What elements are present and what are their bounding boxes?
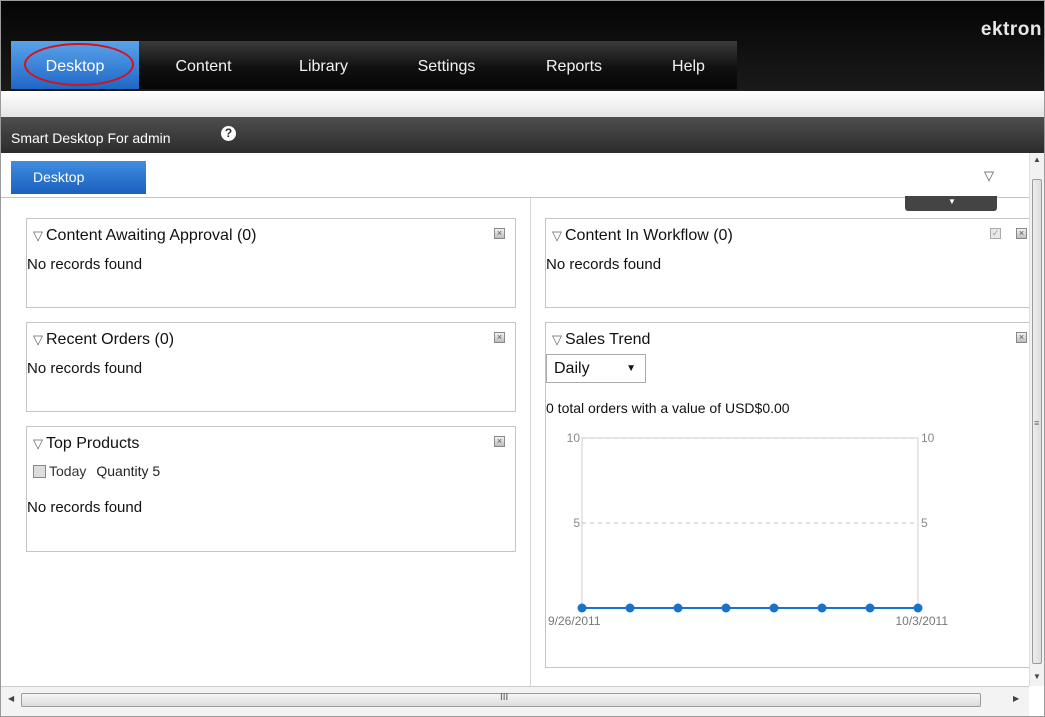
close-icon[interactable]: × xyxy=(494,228,505,239)
widget-title[interactable]: ▽ Recent Orders (0) xyxy=(33,331,174,349)
widget-title-text: Content In Workflow (0) xyxy=(565,227,733,244)
nav-tab-reports[interactable]: Reports xyxy=(531,41,617,89)
filter-icon[interactable]: ▽ xyxy=(984,168,994,184)
period-label[interactable]: Today xyxy=(49,463,86,479)
data-point xyxy=(577,603,587,613)
widget-empty-message: No records found xyxy=(546,256,662,273)
nav-tab-settings[interactable]: Settings xyxy=(404,41,489,89)
title-bar: Smart Desktop For admin ? xyxy=(1,117,1044,153)
widget-content-awaiting-approval: ▽ Content Awaiting Approval (0) × No reco… xyxy=(26,218,516,308)
grip-icon: III xyxy=(500,692,509,703)
horizontal-scrollbar[interactable]: ◀ III ▶ xyxy=(1,686,1029,716)
collapse-triangle-icon[interactable]: ▽ xyxy=(33,436,43,451)
data-point xyxy=(673,603,683,613)
checkbox-icon[interactable]: ✓ xyxy=(990,228,1001,239)
highlight-annotation xyxy=(24,43,134,86)
x-tick-label-start: 9/26/2011 xyxy=(548,614,601,628)
y-tick-label-left: 10 xyxy=(567,431,581,445)
chevron-down-icon: ▼ xyxy=(948,197,956,206)
widget-title[interactable]: ▽ Top Products xyxy=(33,435,139,453)
widget-content-in-workflow: ▽ Content In Workflow (0) ✓ × No records … xyxy=(545,218,1035,308)
widget-title-text: Sales Trend xyxy=(565,331,651,348)
chevron-down-icon: ▼ xyxy=(626,363,636,374)
sales-trend-chart: 5 5 10 10 9/26/2011 10/3/2011 xyxy=(548,431,949,628)
horizontal-scroll-thumb[interactable]: III xyxy=(21,692,981,707)
close-icon[interactable]: × xyxy=(494,332,505,343)
collapse-triangle-icon[interactable]: ▽ xyxy=(33,332,43,347)
data-point xyxy=(769,603,779,613)
close-icon[interactable]: × xyxy=(1016,332,1027,343)
widget-empty-message: No records found xyxy=(27,256,143,273)
nav-tab-help[interactable]: Help xyxy=(661,41,716,89)
period-select[interactable]: Daily ▼ xyxy=(546,354,646,383)
y-tick-label-right: 5 xyxy=(921,516,928,530)
scroll-up-icon[interactable]: ▲ xyxy=(1033,155,1041,164)
period-select-value: Daily xyxy=(554,360,590,377)
collapse-triangle-icon[interactable]: ▽ xyxy=(33,228,43,243)
tab-dropdown-button[interactable]: ▼ xyxy=(905,196,997,211)
data-point xyxy=(865,603,875,613)
desktop-tab-bar: Desktop ▽ xyxy=(1,153,1029,198)
y-tick-label-left: 5 xyxy=(573,516,580,530)
scroll-left-icon[interactable]: ◀ xyxy=(8,694,14,703)
close-icon[interactable]: × xyxy=(1016,228,1027,239)
nav-tab-content[interactable]: Content xyxy=(161,41,246,89)
toolbar-strip xyxy=(1,91,1044,117)
widget-title-text: Top Products xyxy=(46,435,140,452)
widget-sales-trend: ▽ Sales Trend × Daily ▼ 0 total orders wi… xyxy=(545,322,1035,668)
widget-recent-orders: ▽ Recent Orders (0) × No records found xyxy=(26,322,516,412)
data-point xyxy=(817,603,827,613)
widget-title[interactable]: ▽ Content Awaiting Approval (0) xyxy=(33,227,257,245)
tab-desktop[interactable]: Desktop xyxy=(11,161,146,194)
quantity-label[interactable]: Quantity 5 xyxy=(96,463,160,479)
widget-title-text: Recent Orders (0) xyxy=(46,331,175,348)
collapse-triangle-icon[interactable]: ▽ xyxy=(552,228,562,243)
vertical-scrollbar[interactable]: ▲ ≡ ▼ xyxy=(1029,153,1044,686)
browser-frame: Desktop Content Library Settings Reports… xyxy=(0,0,1045,717)
widget-title-text: Content Awaiting Approval (0) xyxy=(46,227,257,244)
data-point xyxy=(913,603,923,613)
help-icon[interactable]: ? xyxy=(221,126,236,141)
scroll-down-icon[interactable]: ▼ xyxy=(1033,672,1041,681)
widget-title[interactable]: ▽ Sales Trend xyxy=(552,331,650,349)
vertical-scroll-thumb[interactable]: ≡ xyxy=(1032,179,1042,664)
nav-tab-library[interactable]: Library xyxy=(286,41,361,89)
x-tick-label-end: 10/3/2011 xyxy=(896,614,949,628)
collapse-triangle-icon[interactable]: ▽ xyxy=(552,332,562,347)
ektron-logo: ektron xyxy=(980,19,1042,40)
widget-top-products: ▽ Top Products × Today Quantity 5 No recor… xyxy=(26,426,516,552)
top-bar: Desktop Content Library Settings Reports… xyxy=(1,1,1044,91)
column-divider xyxy=(530,198,531,686)
period-row: Today Quantity 5 xyxy=(33,463,160,479)
calendar-icon[interactable] xyxy=(33,465,46,478)
data-point xyxy=(721,603,731,613)
widget-empty-message: No records found xyxy=(27,360,143,377)
y-tick-label-right: 10 xyxy=(921,431,935,445)
scroll-right-icon[interactable]: ▶ xyxy=(1013,694,1019,703)
page-title: Smart Desktop For admin xyxy=(11,130,171,146)
grip-icon: ≡ xyxy=(1034,418,1040,428)
data-point xyxy=(625,603,635,613)
widget-title[interactable]: ▽ Content In Workflow (0) xyxy=(552,227,733,245)
widget-empty-message: No records found xyxy=(27,499,143,516)
sales-summary: 0 total orders with a value of USD$0.00 xyxy=(546,400,790,416)
close-icon[interactable]: × xyxy=(494,436,505,447)
